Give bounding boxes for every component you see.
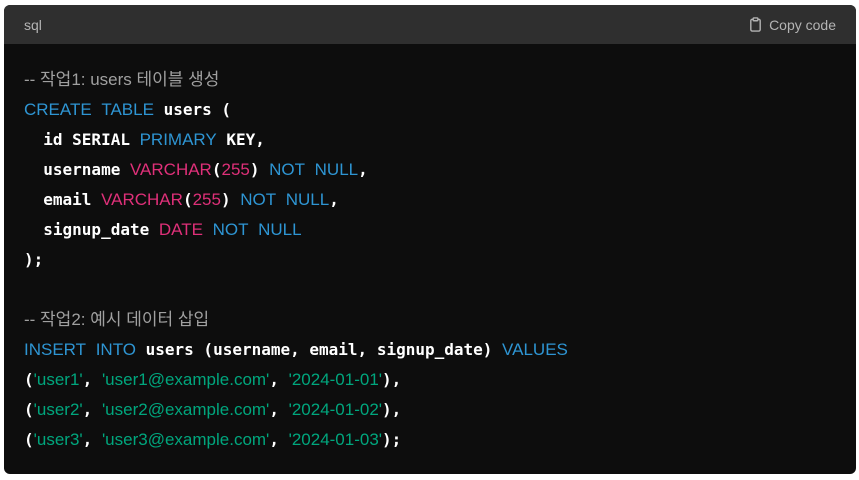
code-token-cmt: -- 작업2: 예시 데이터 삽입 — [24, 310, 210, 329]
code-token-plain: ); — [24, 250, 44, 269]
code-token-plain: username — [24, 160, 130, 179]
code-token-plain: ), — [382, 400, 402, 419]
code-token-plain: , — [82, 370, 102, 389]
code-token-plain: , — [269, 400, 289, 419]
code-token-plain: ( — [182, 190, 193, 209]
code-line: username VARCHAR(255) NOT NULL, — [24, 155, 836, 185]
code-token-str: '2024-01-01' — [288, 370, 383, 389]
code-token-kw: VALUES — [502, 340, 568, 359]
code-line: ('user1', 'user1@example.com', '2024-01-… — [24, 365, 836, 395]
code-token-str: 'user1' — [33, 370, 83, 389]
code-token-str: '2024-01-02' — [288, 400, 383, 419]
code-token-kw: NULL — [258, 220, 302, 239]
code-token-plain: KEY, — [216, 130, 265, 149]
code-block-header: sql Copy code — [4, 5, 856, 44]
code-token-kw: PRIMARY — [139, 130, 217, 149]
code-token-plain: , — [329, 190, 339, 209]
code-token-kw: NULL — [314, 160, 359, 179]
code-token-kw: CREATE — [24, 100, 92, 119]
code-line: signup_date DATE NOT NULL — [24, 215, 836, 245]
code-line: -- 작업2: 예시 데이터 삽입 — [24, 305, 836, 335]
code-token-num: 255 — [192, 190, 221, 209]
code-token-kw: NOT — [240, 190, 277, 209]
code-token-type: DATE — [158, 220, 203, 239]
code-token-type: VARCHAR — [129, 160, 212, 179]
code-token-kw: TABLE — [101, 100, 154, 119]
code-token-type: VARCHAR — [101, 190, 183, 209]
code-token-plain: users (username, email, signup_date) — [136, 340, 503, 359]
code-token-plain: ( — [24, 400, 34, 419]
copy-code-button[interactable]: Copy code — [748, 17, 836, 33]
code-token-kw: NOT — [269, 160, 306, 179]
code-token-plain: , — [269, 370, 289, 389]
code-token-kw: INTO — [95, 340, 136, 359]
code-token-plain: , — [269, 430, 289, 449]
code-token-plain: ), — [382, 370, 402, 389]
code-token-plain: signup_date — [24, 220, 159, 239]
code-line: ('user2', 'user2@example.com', '2024-01-… — [24, 395, 836, 425]
code-token-str: 'user2' — [33, 400, 83, 419]
code-token-plain: ) — [220, 190, 241, 209]
code-token-kw: NULL — [285, 190, 330, 209]
copy-code-label: Copy code — [769, 16, 836, 33]
code-token-plain: ) — [249, 160, 270, 179]
code-token-plain: , — [358, 160, 368, 179]
code-block: sql Copy code -- 작업1: users 테이블 생성 CREATE… — [4, 5, 856, 474]
code-token-plain: email — [24, 190, 102, 209]
clipboard-icon — [748, 17, 763, 32]
code-token-str: 'user1@example.com' — [101, 370, 270, 389]
code-token-str: 'user3@example.com' — [101, 430, 270, 449]
code-token-cmt: -- 작업1: users 테이블 생성 — [24, 70, 220, 89]
code-token-plain: , — [82, 430, 102, 449]
code-token-kw: INSERT — [24, 340, 87, 359]
code-token-kw: NOT — [212, 220, 249, 239]
code-token-str: 'user2@example.com' — [101, 400, 270, 419]
code-line: ); — [24, 245, 836, 275]
code-line: ('user3', 'user3@example.com', '2024-01-… — [24, 425, 836, 455]
code-line: email VARCHAR(255) NOT NULL, — [24, 185, 836, 215]
code-token-plain: ); — [382, 430, 402, 449]
code-line: CREATE TABLE users ( — [24, 95, 836, 125]
code-token-str: '2024-01-03' — [288, 430, 383, 449]
code-language-label: sql — [24, 16, 42, 33]
code-line: id SERIAL PRIMARY KEY, — [24, 125, 836, 155]
code-token-plain: , — [82, 400, 102, 419]
code-token-num: 255 — [221, 160, 250, 179]
code-content[interactable]: -- 작업1: users 테이블 생성 CREATE TABLE users (… — [4, 44, 856, 455]
code-line: INSERT INTO users (username, email, sign… — [24, 335, 836, 365]
code-token-plain: ( — [24, 430, 34, 449]
code-token-str: 'user3' — [33, 430, 83, 449]
code-token-plain: id SERIAL — [24, 130, 140, 149]
code-line: -- 작업1: users 테이블 생성 — [24, 65, 836, 95]
code-token-plain: users ( — [153, 100, 231, 119]
code-token-plain: ( — [24, 370, 34, 389]
